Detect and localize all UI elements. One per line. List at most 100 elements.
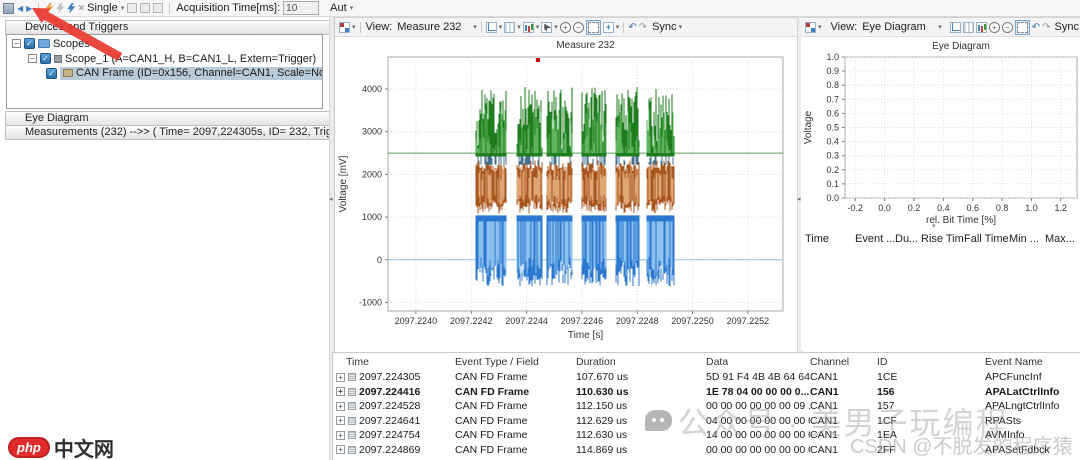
eye-column-header[interactable]: Event ... bbox=[855, 233, 895, 245]
expand-icon[interactable]: + bbox=[336, 431, 345, 440]
column-header[interactable]: Time bbox=[333, 356, 455, 368]
zoom-selection-icon[interactable] bbox=[1015, 20, 1030, 35]
checkbox-checked-icon[interactable]: ✓ bbox=[24, 38, 35, 49]
back-icon[interactable]: ◀ bbox=[17, 3, 23, 14]
eye-column-header[interactable]: Du... bbox=[895, 233, 921, 245]
scope-app-icon[interactable] bbox=[3, 3, 14, 14]
eye-diagram-chart[interactable]: 1.00.90.80.70.60.50.40.30.20.10.0-0.20.0… bbox=[801, 37, 1078, 233]
eye-column-header[interactable]: Fall Time bbox=[964, 233, 1009, 245]
column-header[interactable]: Data bbox=[706, 356, 810, 368]
table-row[interactable]: +2097.224641CAN FD Frame112.629 us04 00 … bbox=[333, 414, 1080, 429]
zoom-selection-icon[interactable] bbox=[586, 20, 601, 35]
column-header[interactable]: Channel bbox=[810, 356, 877, 368]
dock-layout-icon[interactable] bbox=[805, 22, 816, 33]
splitter-collapse-icon[interactable]: ◂ bbox=[797, 195, 801, 203]
view-selector[interactable]: Eye Diagram bbox=[862, 21, 936, 33]
checkbox-checked-icon[interactable]: ✓ bbox=[40, 53, 51, 64]
svg-text:0.2: 0.2 bbox=[826, 165, 839, 175]
forward-icon[interactable]: ▶ bbox=[26, 3, 32, 14]
chevron-down-icon[interactable]: ▾ bbox=[818, 23, 822, 31]
measurements-section-header[interactable]: Measurements (232) -->> ( Time= 2097,224… bbox=[5, 125, 342, 140]
chevron-down-icon[interactable]: ▾ bbox=[499, 23, 503, 31]
zoom-in-icon[interactable]: + bbox=[989, 22, 1000, 33]
column-header[interactable]: ID bbox=[877, 356, 985, 368]
eye-diagram-section-header[interactable]: Eye Diagram ▪ bbox=[5, 111, 342, 126]
expand-icon[interactable]: + bbox=[336, 416, 345, 425]
collapse-icon[interactable]: − bbox=[12, 39, 21, 48]
table-row[interactable]: +2097.224869CAN FD Frame114.869 us00 00 … bbox=[333, 443, 1080, 458]
tree-item-can-frame[interactable]: ✓ CAN Frame (ID=0x156, Channel=CAN1, Sca… bbox=[7, 67, 322, 80]
chevron-down-icon[interactable]: ▾ bbox=[352, 23, 356, 31]
column-header[interactable]: Duration bbox=[576, 356, 706, 368]
cursor-icon[interactable] bbox=[541, 22, 552, 33]
grid-icon[interactable] bbox=[963, 22, 974, 33]
trigger-start-icon[interactable] bbox=[67, 3, 75, 14]
column-header[interactable]: Event Type / Field bbox=[455, 356, 576, 368]
sync-dropdown[interactable]: Sync bbox=[652, 21, 676, 33]
zoom-in-icon[interactable]: + bbox=[560, 22, 571, 33]
grid-icon[interactable] bbox=[504, 22, 515, 33]
aut-dropdown[interactable]: Aut ▾ bbox=[330, 2, 353, 14]
table-row[interactable]: +2097.224754CAN FD Frame112.630 us14 00 … bbox=[333, 428, 1080, 443]
copy-icon[interactable] bbox=[140, 3, 150, 13]
undo-icon[interactable]: ↶ bbox=[1032, 22, 1040, 33]
tree-item-scope1[interactable]: − ✓ Scope_1 (A=CAN1_H, B=CAN1_L, Extern=… bbox=[7, 52, 322, 65]
pan-icon[interactable] bbox=[603, 22, 614, 33]
eye-column-header[interactable]: Time bbox=[805, 233, 855, 245]
expand-icon[interactable]: + bbox=[336, 402, 345, 411]
signal-style-icon[interactable] bbox=[976, 22, 987, 33]
signal-style-icon[interactable] bbox=[523, 22, 534, 33]
chevron-down-icon[interactable]: ▾ bbox=[616, 23, 620, 31]
trigger-stop-icon[interactable]: × bbox=[78, 3, 84, 14]
column-header[interactable]: Event Name bbox=[985, 356, 1080, 368]
cell-event-name: APCFuncInf bbox=[985, 371, 1080, 383]
eye-column-header[interactable]: Rise Time bbox=[921, 233, 964, 245]
table-row[interactable]: +2097.224416CAN FD Frame110.630 us1E 78 … bbox=[333, 385, 1080, 400]
zoom-out-icon[interactable]: − bbox=[573, 22, 584, 33]
frame-table-header[interactable]: TimeEvent Type / FieldDurationDataChanne… bbox=[333, 353, 1080, 370]
measure-chart[interactable]: 40003000200010000-10002097.22402097.2242… bbox=[335, 37, 795, 350]
chevron-down-icon[interactable]: ▾ bbox=[679, 23, 683, 31]
expand-icon[interactable]: + bbox=[336, 387, 345, 396]
dock-layout-icon[interactable] bbox=[339, 22, 350, 33]
splitter-handle-icon[interactable]: ▾ bbox=[932, 222, 936, 230]
export-icon[interactable] bbox=[127, 3, 137, 13]
selected-tree-label[interactable]: CAN Frame (ID=0x156, Channel=CAN1, Scale… bbox=[60, 67, 323, 80]
axes-icon[interactable] bbox=[486, 22, 497, 33]
expand-icon[interactable]: + bbox=[336, 373, 345, 382]
checkbox-checked-icon[interactable]: ✓ bbox=[46, 68, 57, 79]
undo-icon[interactable]: ↶ bbox=[628, 22, 636, 33]
chevron-down-icon: ▾ bbox=[350, 4, 354, 12]
single-mode-dropdown[interactable]: Single ▾ bbox=[87, 2, 124, 14]
table-row[interactable]: +2097.224305CAN FD Frame107.670 us5D 91 … bbox=[333, 370, 1080, 385]
svg-text:0.0: 0.0 bbox=[826, 193, 839, 203]
svg-text:1.0: 1.0 bbox=[1025, 203, 1038, 213]
tree-item-scopes[interactable]: − ✓ Scopes bbox=[7, 37, 322, 50]
cell-event-type: CAN FD Frame bbox=[455, 400, 576, 412]
chevron-down-icon[interactable]: ▾ bbox=[938, 23, 942, 31]
svg-text:2097.2248: 2097.2248 bbox=[616, 316, 659, 326]
settings-icon[interactable] bbox=[153, 3, 163, 13]
devices-triggers-header[interactable]: Devices and Triggers ▴ bbox=[5, 20, 342, 35]
chevron-down-icon[interactable]: ▾ bbox=[473, 23, 477, 31]
view-selector[interactable]: Measure 232 bbox=[397, 21, 471, 33]
table-row[interactable]: +2097.224528CAN FD Frame112.150 us00 00 … bbox=[333, 399, 1080, 414]
eye-column-header[interactable]: Min ... bbox=[1009, 233, 1045, 245]
view-label: View: bbox=[366, 21, 393, 33]
chevron-down-icon[interactable]: ▾ bbox=[554, 23, 558, 31]
splitter-collapse-icon[interactable]: ◂ bbox=[329, 195, 333, 203]
chevron-down-icon[interactable]: ▾ bbox=[536, 23, 540, 31]
redo-icon[interactable]: ↷ bbox=[639, 22, 647, 33]
cell-data: 00 00 00 00 00 00 09 ... bbox=[706, 400, 810, 412]
eye-column-header[interactable]: Max... bbox=[1045, 233, 1080, 245]
axes-icon[interactable] bbox=[950, 22, 961, 33]
collapse-icon[interactable]: − bbox=[28, 54, 37, 63]
trigger-edit-icon[interactable] bbox=[45, 3, 53, 14]
sync-dropdown[interactable]: Sync bbox=[1055, 21, 1079, 33]
expand-icon[interactable]: + bbox=[336, 445, 345, 454]
chevron-down-icon[interactable]: ▾ bbox=[517, 23, 521, 31]
redo-icon[interactable]: ↷ bbox=[1042, 22, 1050, 33]
acquisition-time-input[interactable] bbox=[283, 1, 319, 15]
zoom-out-icon[interactable]: − bbox=[1002, 22, 1013, 33]
trigger-off-icon[interactable] bbox=[56, 3, 64, 14]
